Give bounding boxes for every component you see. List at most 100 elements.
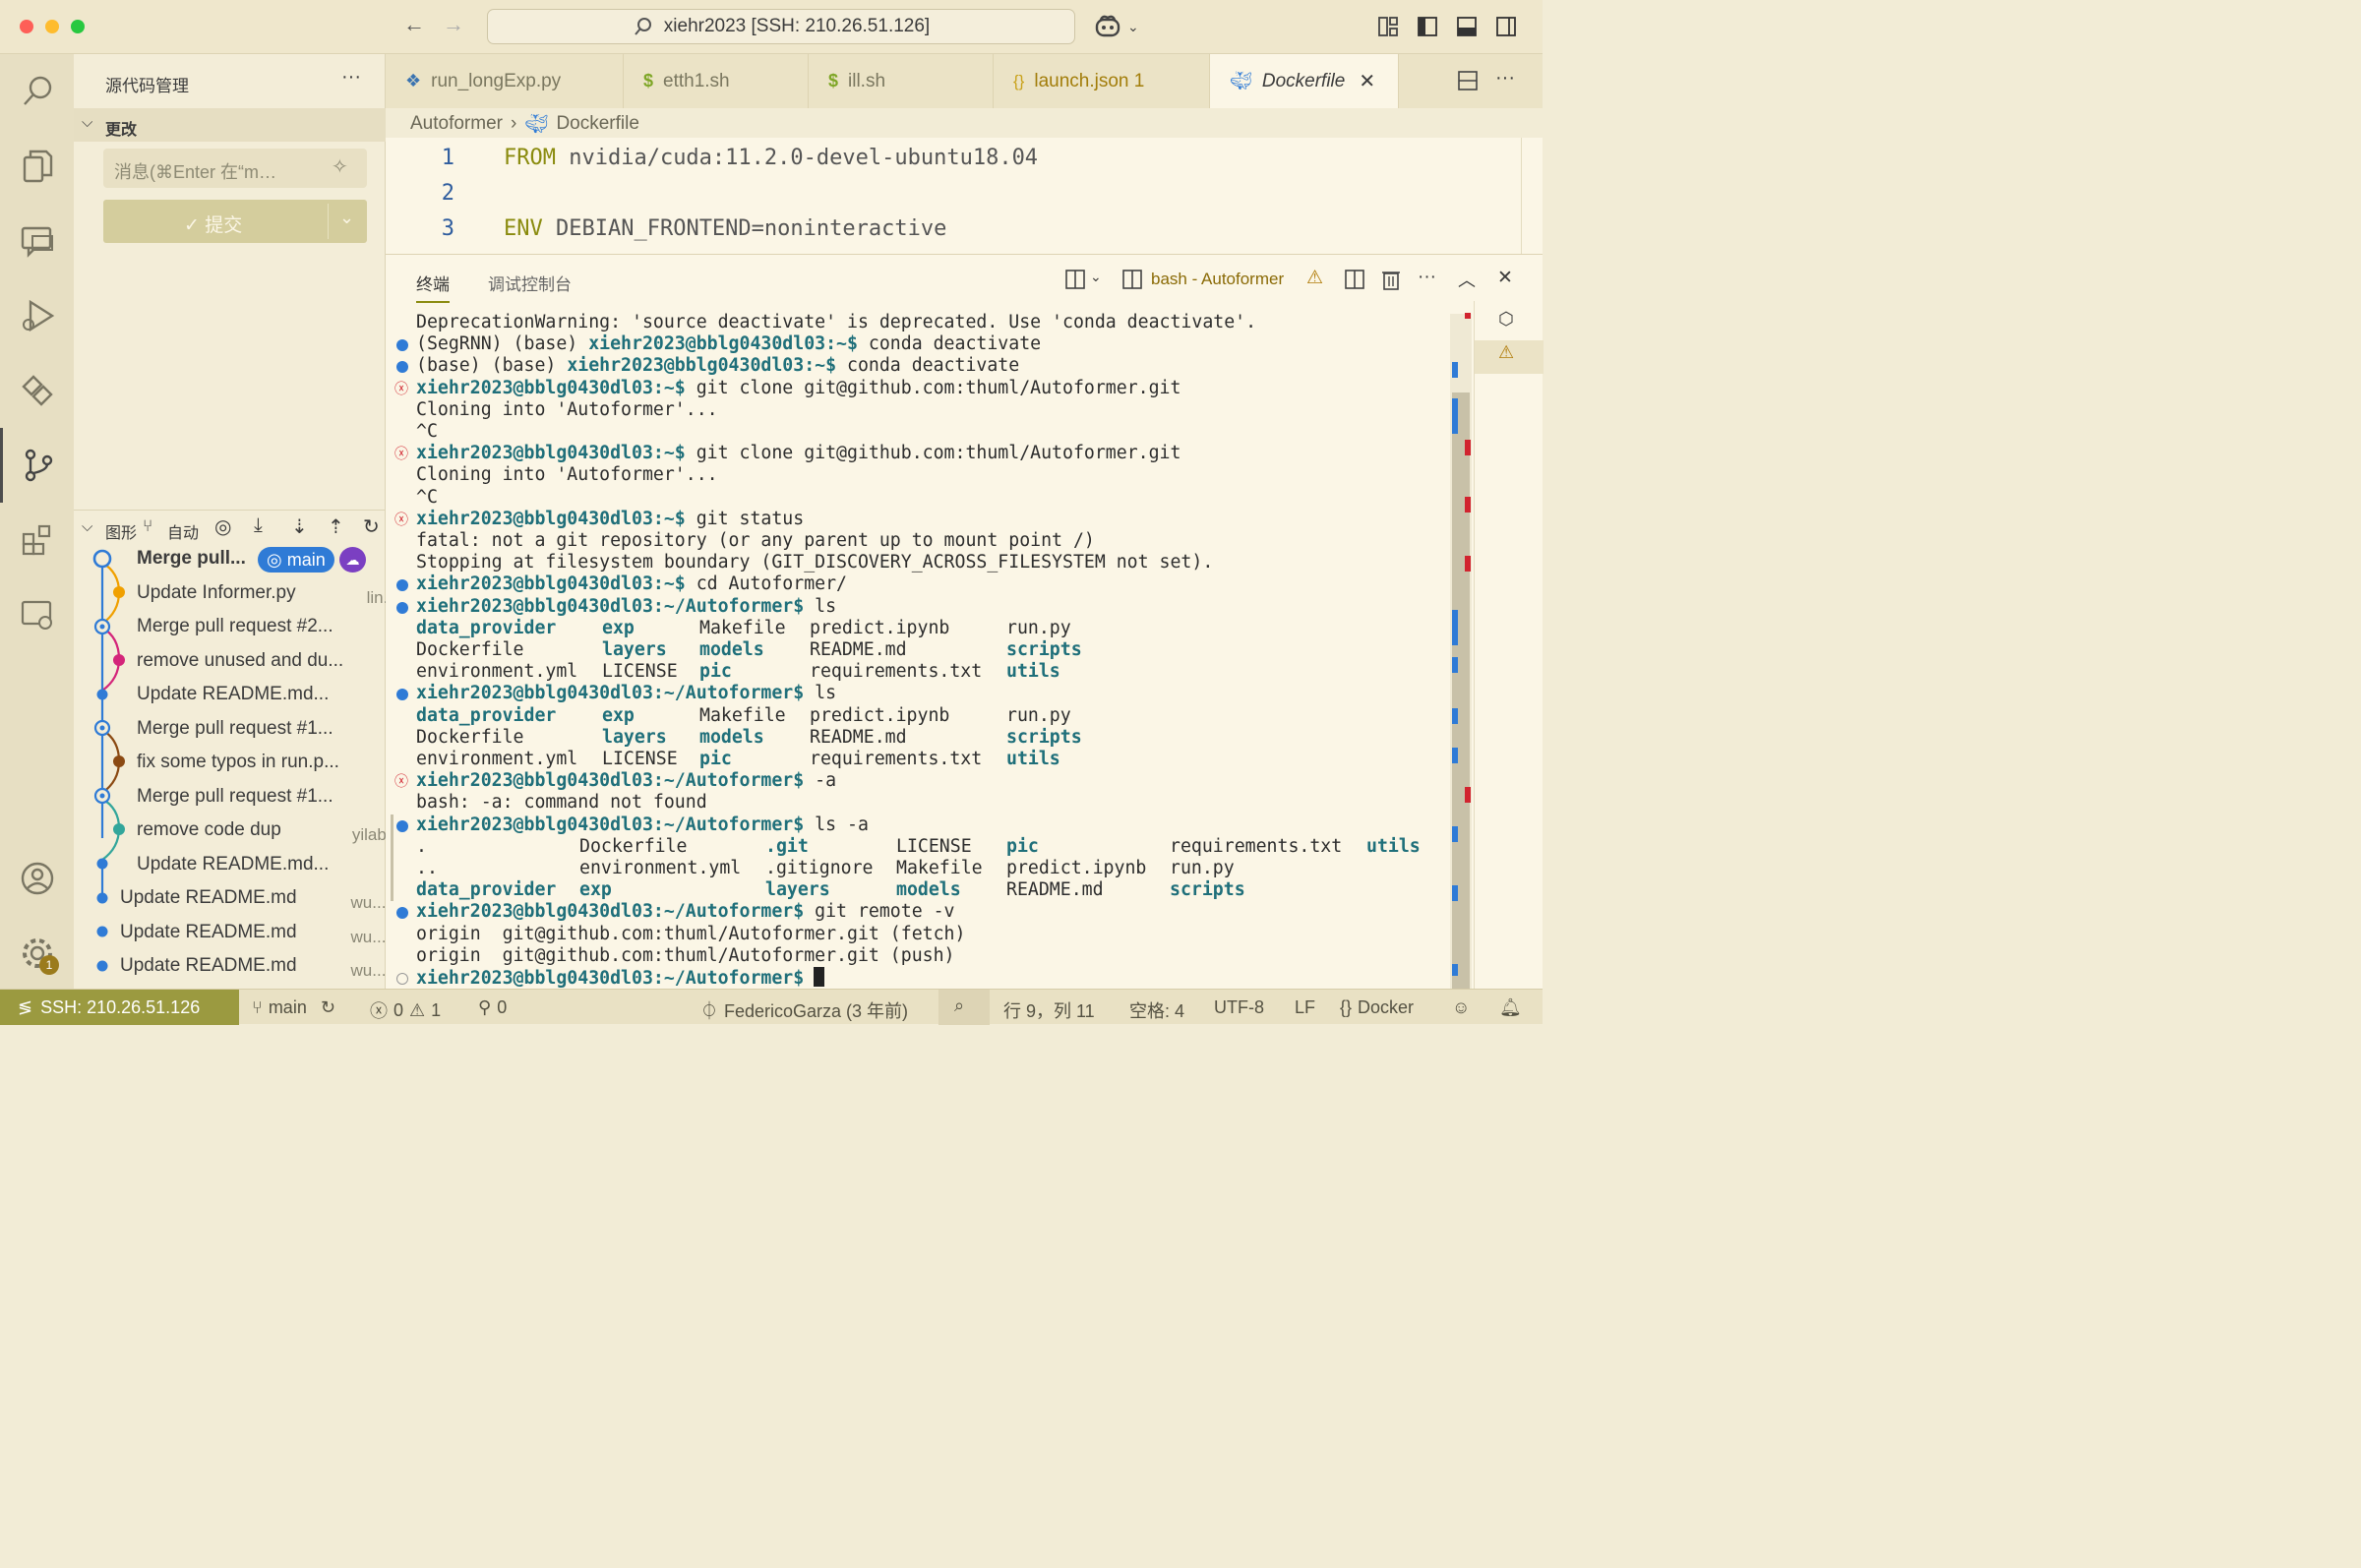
activity-run-debug[interactable] bbox=[0, 278, 74, 353]
close-panel-icon[interactable]: ✕ bbox=[1497, 267, 1513, 289]
layout-customize-icon[interactable] bbox=[1377, 16, 1399, 37]
commit-row[interactable]: Update README.md... bbox=[74, 849, 386, 882]
minimize-window-button[interactable] bbox=[45, 20, 59, 33]
refresh-icon[interactable]: ↻ bbox=[363, 514, 380, 539]
commit-row[interactable]: fix some typos in run.p... bbox=[74, 747, 386, 780]
terminal-warning-icon[interactable]: ⚠ bbox=[1498, 342, 1514, 363]
toggle-panel-icon[interactable] bbox=[1456, 16, 1478, 37]
command-failed-icon[interactable]: ⓧ bbox=[394, 510, 408, 529]
terminal-text: Cloning into 'Autoformer'... bbox=[416, 464, 718, 486]
commit-row[interactable]: Merge pull request #1... bbox=[74, 781, 386, 814]
trash-icon[interactable] bbox=[1380, 268, 1402, 291]
commit-button[interactable]: ✓ 提交 ⌄ bbox=[103, 200, 367, 243]
tab-terminal[interactable]: 终端 bbox=[416, 271, 450, 303]
tab-debug-console[interactable]: 调试控制台 bbox=[488, 271, 572, 295]
close-window-button[interactable] bbox=[20, 20, 33, 33]
terminal-ls-entry: layers bbox=[602, 726, 667, 748]
zoom-window-button[interactable] bbox=[71, 20, 85, 33]
activity-source-control[interactable] bbox=[0, 428, 74, 503]
scroll-marker bbox=[1452, 398, 1458, 434]
copilot-button[interactable]: ⌄ bbox=[1094, 14, 1139, 39]
toggle-primary-sidebar-icon[interactable] bbox=[1417, 16, 1438, 37]
tab-dockerfile[interactable]: 🐳︎ Dockerfile ✕ bbox=[1210, 54, 1399, 108]
command-success-icon[interactable] bbox=[396, 819, 408, 832]
split-terminal-icon[interactable] bbox=[1344, 269, 1365, 290]
pull-icon[interactable]: ⇣ bbox=[291, 514, 308, 539]
cursor-position[interactable]: 行 9，列 11 bbox=[1003, 997, 1095, 1023]
commit-row[interactable]: Update Informer.pylin... bbox=[74, 577, 386, 611]
ports-status[interactable]: ⚲ 0 bbox=[478, 997, 507, 1018]
activity-accounts[interactable] bbox=[0, 841, 74, 916]
end-of-line[interactable]: LF bbox=[1295, 997, 1315, 1018]
new-terminal-split-icon[interactable] bbox=[1064, 269, 1086, 290]
command-failed-icon[interactable]: ⓧ bbox=[394, 379, 408, 398]
branch-badge-main[interactable]: ◎ main bbox=[258, 547, 334, 573]
tab-ill[interactable]: $ ill.sh bbox=[809, 54, 994, 108]
terminal-text: ls -a bbox=[804, 814, 869, 835]
activity-manage[interactable]: 1 bbox=[0, 916, 74, 991]
activity-explorer[interactable] bbox=[0, 129, 74, 204]
breadcrumb-folder[interactable]: Autoformer bbox=[410, 113, 503, 135]
chevron-down-icon[interactable]: ⌄ bbox=[1090, 269, 1102, 285]
activity-remote-explorer[interactable] bbox=[0, 577, 74, 652]
command-failed-icon[interactable]: ⓧ bbox=[394, 444, 408, 463]
more-actions-icon[interactable]: ··· bbox=[1418, 267, 1436, 288]
terminal-line: DeprecationWarning: 'source deactivate' … bbox=[416, 312, 1256, 333]
terminal-name[interactable]: bash - Autoformer bbox=[1151, 270, 1284, 289]
activity-remote[interactable] bbox=[0, 353, 74, 428]
scroll-marker bbox=[1452, 964, 1458, 976]
forward-arrow-icon[interactable]: → bbox=[443, 12, 464, 37]
commit-dropdown-chevron-icon[interactable]: ⌄ bbox=[339, 208, 354, 228]
command-failed-icon[interactable]: ⓧ bbox=[394, 771, 408, 791]
branch-status[interactable]: ⑂ main ↻ bbox=[252, 997, 335, 1018]
language-mode[interactable]: {} Docker bbox=[1340, 997, 1414, 1018]
more-actions-icon[interactable]: ··· bbox=[341, 66, 361, 89]
terminal-ls-entry: environment.yml bbox=[416, 661, 578, 683]
commit-row[interactable]: Merge pull request #2... bbox=[74, 611, 386, 644]
changes-section-header[interactable]: ⌵ 更改 bbox=[74, 108, 386, 142]
activity-search[interactable] bbox=[0, 54, 74, 129]
zoom-status[interactable]: ⌕ bbox=[938, 990, 990, 1025]
command-pending-icon[interactable] bbox=[396, 973, 408, 985]
copilot-status-icon[interactable]: ☺ bbox=[1452, 997, 1470, 1018]
more-actions-icon[interactable]: ··· bbox=[1495, 67, 1515, 90]
sparkle-icon[interactable]: ✧ bbox=[332, 154, 348, 179]
commit-row[interactable]: remove code dupyilabs bbox=[74, 814, 386, 848]
commit-row[interactable]: Update README.md wu... bbox=[74, 917, 386, 950]
encoding[interactable]: UTF-8 bbox=[1214, 997, 1264, 1018]
tab-launch-json[interactable]: {} launch.json 1 bbox=[994, 54, 1210, 108]
commit-row[interactable]: Update README.md wu... bbox=[74, 882, 386, 916]
split-editor-icon[interactable] bbox=[1458, 71, 1478, 90]
terminal-prompt: xiehr2023@bblg0430dl03:~$ bbox=[416, 443, 686, 464]
indentation[interactable]: 空格: 4 bbox=[1129, 997, 1184, 1023]
sync-icon[interactable]: ↻ bbox=[321, 997, 335, 1018]
push-icon[interactable]: ⇡ bbox=[328, 514, 344, 539]
terminal-shell-icon[interactable]: ⬡ bbox=[1498, 309, 1514, 330]
fetch-icon[interactable]: ⤓ bbox=[254, 514, 263, 537]
editor-scrollbar[interactable] bbox=[1521, 138, 1543, 254]
maximize-panel-chevron-up-icon[interactable]: ︿ bbox=[1458, 267, 1476, 292]
notifications-bell-icon[interactable]: 🔔︎ bbox=[1499, 997, 1522, 1018]
breadcrumb-file[interactable]: Dockerfile bbox=[556, 113, 638, 135]
tab-etth1[interactable]: $ etth1.sh bbox=[624, 54, 809, 108]
commit-message-input[interactable]: 消息(⌘Enter 在“m… ✧ bbox=[103, 149, 367, 188]
activity-chat[interactable] bbox=[0, 204, 74, 278]
commit-row[interactable]: Merge pull request #1... bbox=[74, 713, 386, 747]
commit-row[interactable]: Update README.md wu... bbox=[74, 950, 386, 984]
editor-area[interactable]: 1 FROM nvidia/cuda:11.2.0-devel-ubuntu18… bbox=[386, 138, 1543, 254]
command-center[interactable]: xiehr2023 [SSH: 210.26.51.126] bbox=[487, 9, 1075, 44]
back-arrow-icon[interactable]: ← bbox=[403, 12, 425, 37]
command-success-icon[interactable] bbox=[396, 601, 408, 614]
close-tab-icon[interactable]: ✕ bbox=[1359, 69, 1375, 93]
commit-row[interactable]: Merge pull... ◎ main ☁ bbox=[74, 543, 386, 576]
commit-row[interactable]: remove unused and du... bbox=[74, 645, 386, 679]
toggle-secondary-sidebar-icon[interactable] bbox=[1495, 16, 1517, 37]
target-icon[interactable]: ◎ bbox=[214, 514, 231, 539]
activity-extensions[interactable] bbox=[0, 503, 74, 577]
remote-indicator[interactable]: ≶ SSH: 210.26.51.126 bbox=[0, 990, 239, 1025]
tab-run-longexp[interactable]: ❖ run_longExp.py bbox=[386, 54, 624, 108]
problems-status[interactable]: ⓧ 0 ⚠ 1 bbox=[370, 997, 441, 1023]
graph-section-header[interactable]: ⌵ 图形 ⑂ 自动 ◎ ⤓ ⇣ ⇡ ↻ bbox=[74, 510, 386, 543]
git-blame-status[interactable]: ⏀ FedericoGarza (3 年前) bbox=[700, 997, 908, 1023]
commit-row[interactable]: Update README.md... bbox=[74, 679, 386, 712]
